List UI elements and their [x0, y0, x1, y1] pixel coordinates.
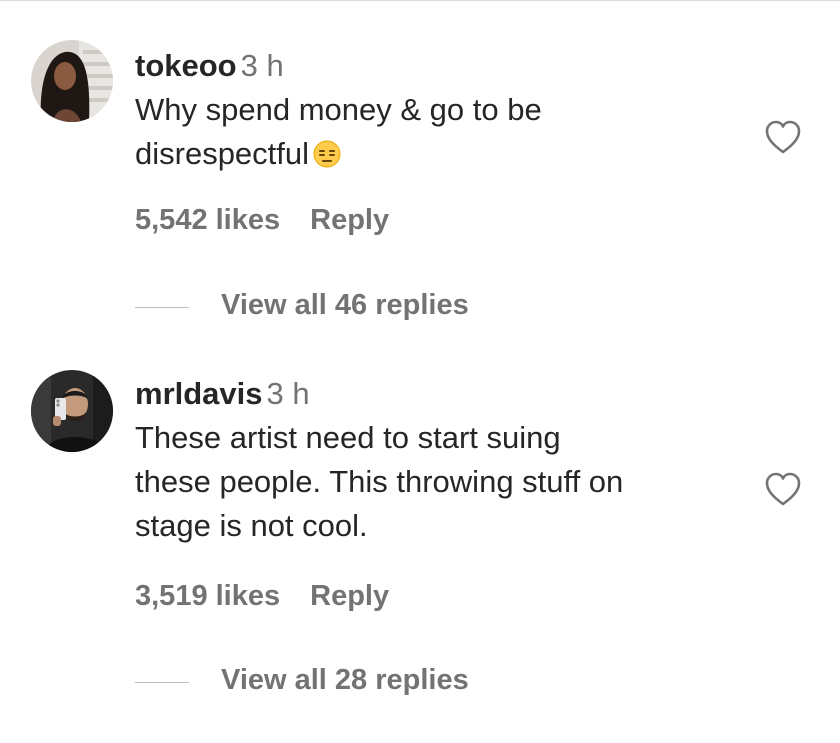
username[interactable]: tokeoo [135, 48, 237, 83]
comment-line: stage is not cool. [135, 508, 368, 543]
comment-line: Why spend money & go to be [135, 92, 542, 127]
timestamp[interactable]: 3 h [241, 48, 284, 83]
like-button[interactable] [762, 116, 804, 158]
comments-thread: tokeoo 3 h Why spend money & go to be dis… [0, 0, 840, 743]
avatar-mrldavis[interactable] [31, 370, 113, 452]
timestamp[interactable]: 3 h [267, 376, 310, 411]
view-replies-label: View all 28 replies [221, 664, 469, 696]
comment-header: mrldavis 3 h [135, 374, 745, 414]
comment-body: tokeoo 3 h Why spend money & go to be dis… [135, 46, 745, 236]
comment-text: These artist need to start suing these p… [135, 416, 745, 548]
avatar-tokeoo[interactable] [31, 40, 113, 122]
heart-outline-icon [765, 120, 801, 154]
comment-line: These artist need to start suing [135, 420, 561, 455]
comment-meta: 5,542 likes Reply [135, 204, 389, 237]
like-button[interactable] [762, 468, 804, 510]
comment-line-with-emoji: disrespectful [135, 132, 745, 176]
view-replies-label: View all 46 replies [221, 289, 469, 321]
comment-line: disrespectful [135, 136, 310, 171]
likes-count[interactable]: 5,542 likes [135, 204, 280, 236]
comment-line: these people. This throwing stuff on [135, 464, 624, 499]
profile-photo-icon [31, 370, 113, 452]
likes-count[interactable]: 3,519 likes [135, 580, 280, 612]
reply-button[interactable]: Reply [310, 204, 389, 236]
reply-button[interactable]: Reply [310, 580, 389, 612]
heart-outline-icon [765, 472, 801, 506]
top-divider [0, 0, 840, 1]
comment-body: mrldavis 3 h These artist need to start s… [135, 374, 745, 612]
comment-meta: 3,519 likes Reply [135, 580, 389, 613]
replies-divider [135, 307, 189, 308]
username[interactable]: mrldavis [135, 376, 263, 411]
expressionless-face-emoji-icon [313, 140, 341, 168]
comment-header: tokeoo 3 h [135, 46, 745, 86]
replies-divider [135, 682, 189, 683]
comment-text: Why spend money & go to be disrespectful [135, 88, 745, 176]
profile-photo-icon [31, 40, 113, 122]
